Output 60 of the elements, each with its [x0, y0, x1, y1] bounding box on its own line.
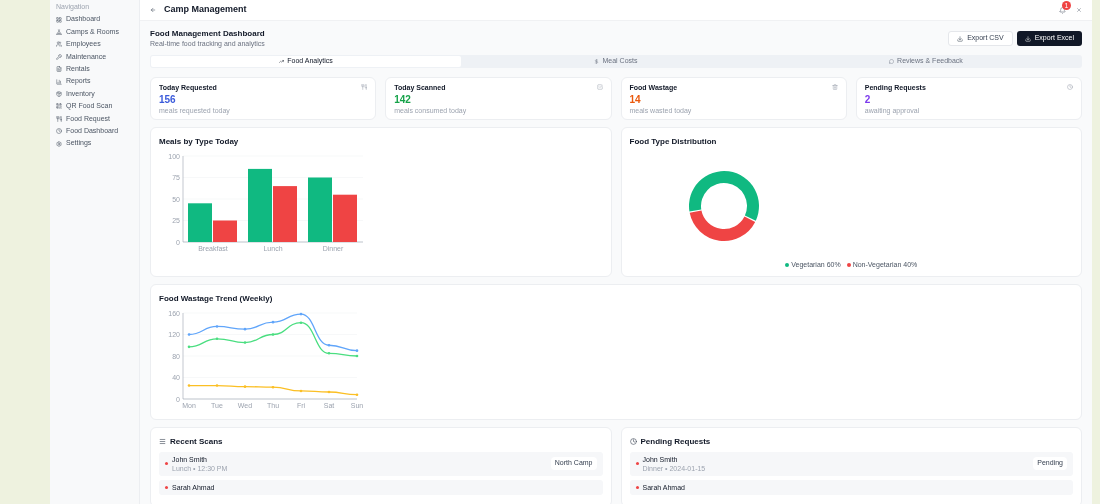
- data-point: [271, 332, 275, 336]
- data-point: [243, 340, 247, 344]
- data-point: [355, 392, 359, 396]
- data-point: [215, 383, 219, 387]
- data-point: [355, 354, 359, 357]
- data-point: [187, 345, 191, 348]
- notification-icon[interactable]: [1059, 6, 1066, 14]
- data-point: [271, 385, 275, 388]
- card-title: Pending Requests: [640, 435, 711, 448]
- data-point: [243, 327, 247, 330]
- data-point: [271, 320, 275, 323]
- data-point: [187, 332, 191, 336]
- trash-icon: [831, 84, 838, 90]
- bar: [333, 194, 357, 242]
- list-icon: [159, 438, 166, 445]
- app-title: Camp Management: [164, 3, 247, 17]
- download-icon: [1024, 35, 1031, 42]
- grid-icon: [56, 16, 62, 23]
- qr-code-icon: [56, 103, 62, 110]
- data-point: [243, 384, 247, 388]
- stat-value: 14: [629, 93, 642, 106]
- tent-icon: [56, 29, 62, 36]
- utensils-icon: [361, 84, 368, 90]
- data-point: [327, 351, 331, 355]
- data-point: [327, 390, 331, 393]
- bar: [273, 185, 297, 242]
- back-icon[interactable]: [150, 7, 156, 13]
- close-icon[interactable]: [1076, 7, 1082, 13]
- document-icon: [56, 66, 62, 73]
- card-title: Meals by Type Today: [159, 135, 240, 148]
- data-point: [299, 312, 303, 315]
- download-icon: [957, 35, 964, 42]
- users-icon: [56, 41, 62, 48]
- package-icon: [56, 91, 62, 98]
- clock-icon: [56, 128, 62, 135]
- card-title: Recent Scans: [170, 435, 223, 448]
- stat-value: 2: [864, 93, 872, 106]
- wrench-icon: [56, 53, 62, 60]
- data-point: [299, 320, 303, 324]
- card-title: Food Type Distribution: [629, 135, 718, 148]
- trend-icon: [279, 58, 285, 64]
- chat-icon: [889, 58, 895, 64]
- settings-icon: [56, 140, 62, 147]
- dollar-icon: [594, 58, 600, 64]
- checkbox-icon: [596, 84, 603, 90]
- card-title: Food Wastage Trend (Weekly): [159, 292, 274, 305]
- bar: [308, 177, 332, 242]
- stat-value: 142: [394, 93, 412, 106]
- page-title: Food Management Dashboard: [150, 29, 265, 39]
- data-point: [355, 348, 359, 352]
- data-point: [187, 383, 191, 387]
- data-point: [327, 343, 331, 347]
- data-point: [215, 324, 219, 328]
- utensils-icon: [56, 115, 62, 122]
- data-point: [299, 389, 303, 392]
- clock-icon: [1067, 84, 1073, 90]
- bar-chart-icon: [56, 78, 62, 85]
- clock-icon: [629, 438, 637, 445]
- data-point: [215, 337, 219, 340]
- stat-value: 156: [159, 93, 177, 106]
